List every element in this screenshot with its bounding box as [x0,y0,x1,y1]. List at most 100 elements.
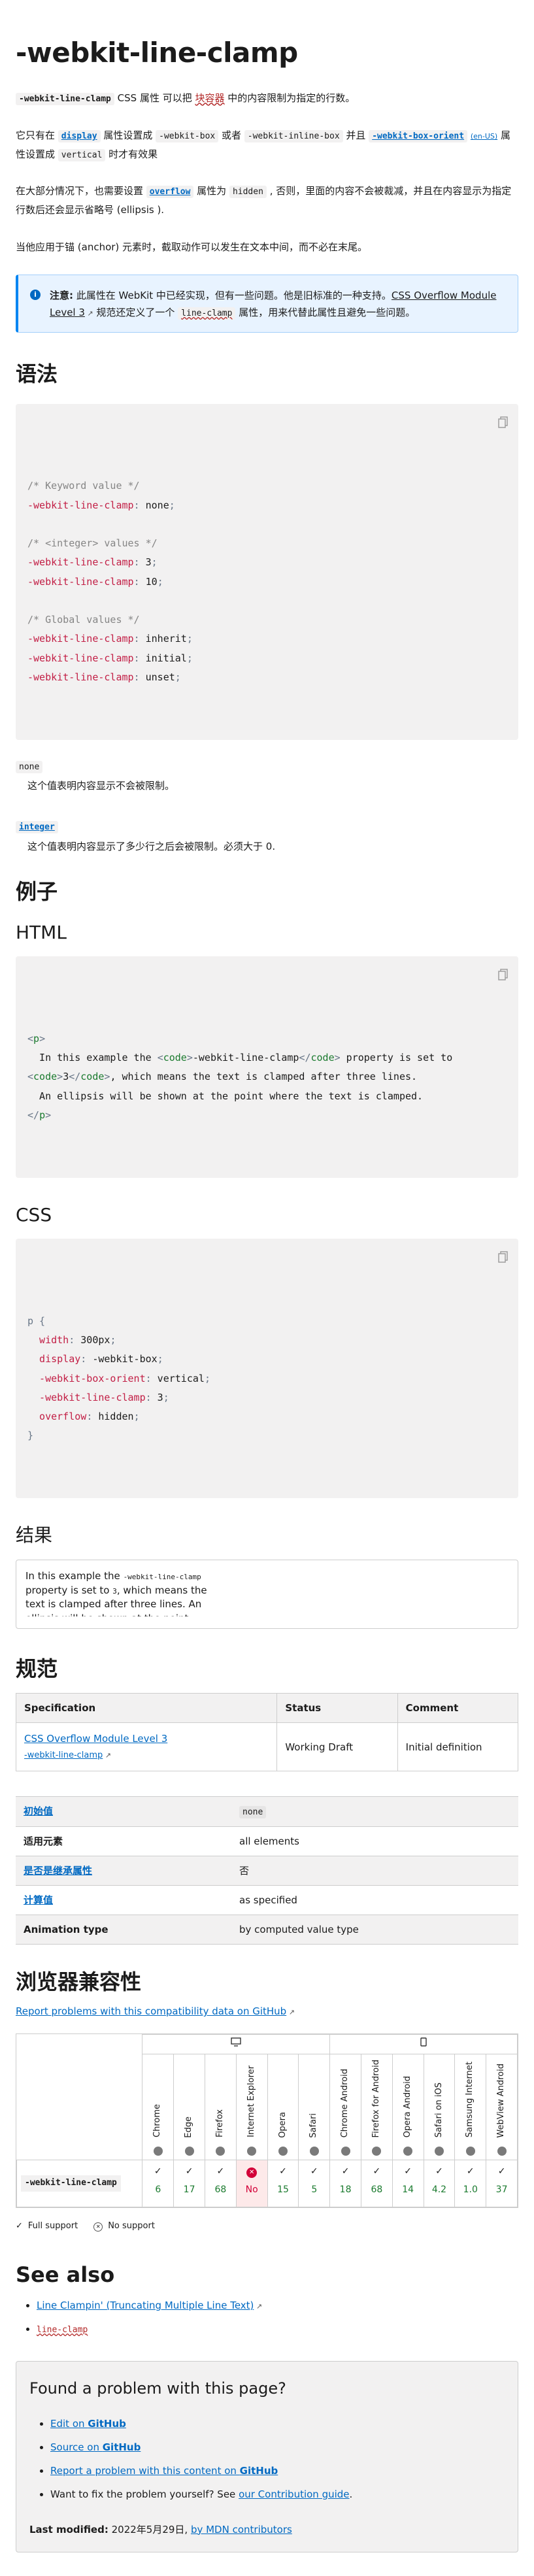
code-line: -webkit-box-orient: vertical; [27,1372,210,1384]
check-icon: ✓ [185,2166,193,2177]
list-item: Edit on GitHub [50,2416,505,2432]
box-orient-link[interactable]: -webkit-box-orient [369,130,468,143]
support-cell[interactable]: ✓ 15 [267,2160,299,2208]
support-cell[interactable]: ✕ No [235,2160,268,2208]
support-cell[interactable]: ✓ 5 [298,2160,331,2208]
contribution-guide-link[interactable]: our Contribution guide [239,2488,349,2500]
browser-name: Safari on iOS [433,2083,444,2138]
prop-value: as specified [231,1884,518,1915]
copy-icon[interactable] [497,416,509,429]
computed-value-link[interactable]: 计算值 [24,1894,53,1906]
feedback-heading: Found a problem with this page? [29,2379,286,2398]
browser-logo-icon [465,2147,475,2156]
support-cell[interactable]: ✓ 14 [392,2160,424,2208]
x-icon: ✕ [237,2166,267,2179]
check-icon: ✓ [216,2166,225,2177]
contributors-link[interactable]: by MDN contributors [191,2524,292,2535]
edit-github-link[interactable]: Edit on GitHub [50,2418,126,2430]
report-compat-link[interactable]: Report problems with this compatibility … [16,2005,286,2017]
source-github-link[interactable]: Source on GitHub [50,2441,141,2453]
inline-code: -webkit-box [156,130,219,143]
report-row: Report problems with this compatibility … [16,2003,518,2019]
code-line: /* <integer> values */ [27,537,158,550]
support-cell[interactable]: ✓ 4.2 [423,2160,456,2208]
copy-icon[interactable] [497,1250,509,1263]
compat-table-wrap: Chrome Edge Firefox Internet Explorer Opera S… [16,2033,518,2209]
en-us-link[interactable]: (en-US) [471,132,497,141]
external-link-icon: ↗ [286,2008,295,2017]
list-item: line-clamp [37,2321,518,2337]
code-line: -webkit-line-clamp: 10; [27,575,163,588]
browser-logo-icon [403,2147,413,2156]
browser-header: Chrome [142,2054,175,2161]
html-heading: HTML [16,921,67,943]
inline-code: hidden [229,186,267,199]
support-cell[interactable]: ✓ 68 [204,2160,237,2208]
spec-sublink[interactable]: -webkit-line-clamp [24,1750,103,1760]
browser-header: Chrome Android [329,2054,361,2161]
intro-paragraph-2: 它只有在 display 属性设置成 -webkit-box 或者 -webki… [16,126,518,163]
integer-link[interactable]: integer [16,821,58,834]
code-line: -webkit-line-clamp: none; [27,499,175,511]
browser-logo-icon [216,2147,225,2156]
css-code-block: p { width: 300px; display: -webkit-box; … [16,1239,518,1499]
css-heading: CSS [16,1203,52,1226]
support-cell[interactable]: ✓ 18 [329,2160,361,2208]
line-clamp-code: line-clamp [37,2325,88,2335]
code-line: <p> [27,1032,46,1045]
browser-header: Samsung Internet [454,2054,487,2161]
values-list: none 这个值表明内容显示不会被限制。 integer 这个值表明内容显示了多… [16,758,518,855]
inline-code: -webkit-inline-box [244,130,343,143]
display-link[interactable]: display [58,130,101,143]
browser-name: Firefox [214,2109,225,2138]
browser-header: Safari [298,2054,331,2161]
browser-logo-icon [153,2147,163,2156]
feedback-list: Edit on GitHub Source on GitHub Report a… [29,2416,505,2502]
empty-corner [16,2034,143,2054]
prop-value: by computed value type [231,1914,518,1945]
report-problem-link[interactable]: Report a problem with this content on Gi… [50,2465,278,2477]
value-term-integer: integer [16,818,518,835]
spec-heading: 规范 [16,1656,58,1681]
unknown-term[interactable]: 块容器 [195,92,224,104]
list-item: Report a problem with this content on Gi… [50,2463,505,2479]
support-cell[interactable]: ✓ 17 [173,2160,205,2208]
text: 规范还定义了一个 [93,307,178,319]
last-modified-date: 2022年5月29日, [108,2523,191,2535]
text: . [349,2488,353,2500]
value-code: none [16,760,43,773]
check-icon: ✓ [154,2166,162,2177]
external-link-icon: ↗ [103,1751,112,1760]
support-cell[interactable]: ✓ 1.0 [454,2160,487,2208]
browser-logo-icon [309,2147,319,2156]
support-cell[interactable]: ✓ 37 [486,2160,518,2208]
initial-value-link[interactable]: 初始值 [24,1805,53,1817]
version-label: 17 [183,2184,195,2195]
list-item: Want to fix the problem yourself? See ou… [50,2486,505,2502]
list-item: Line Clampin' (Truncating Multiple Line … [37,2298,518,2313]
legend-no: ✕ No support [93,2220,155,2233]
check-icon: ✓ [341,2166,350,2177]
article: -webkit-line-clamp -webkit-line-clamp CS… [0,0,534,2576]
prop-key: 初始值 [16,1796,231,1827]
result-heading: 结果 [16,1524,53,1547]
x-icon: ✕ [93,2222,103,2232]
check-icon: ✓ [310,2166,318,2177]
version-label: 6 [155,2184,161,2195]
see-also-heading: See also [16,2262,115,2287]
external-link-icon: ↗ [84,309,93,318]
browser-header: WebView Android [486,2054,518,2161]
support-cell[interactable]: ✓ 68 [360,2160,393,2208]
browser-name: Chrome [152,2104,163,2138]
spec-link[interactable]: CSS Overflow Module Level 3 [24,1733,167,1745]
copy-icon[interactable] [497,968,509,981]
browser-logo-icon [278,2147,288,2156]
inherited-link[interactable]: 是否是继承属性 [24,1865,92,1877]
result-code: -webkit-line-clamp [123,1572,201,1581]
line-clampin-link[interactable]: Line Clampin' (Truncating Multiple Line … [37,2300,254,2311]
legend-full: ✓ Full support [16,2220,78,2233]
support-cell[interactable]: ✓ 6 [142,2160,175,2208]
code-line: /* Keyword value */ [27,480,140,492]
overflow-link[interactable]: overflow [146,186,194,199]
inline-code: vertical [58,148,106,161]
